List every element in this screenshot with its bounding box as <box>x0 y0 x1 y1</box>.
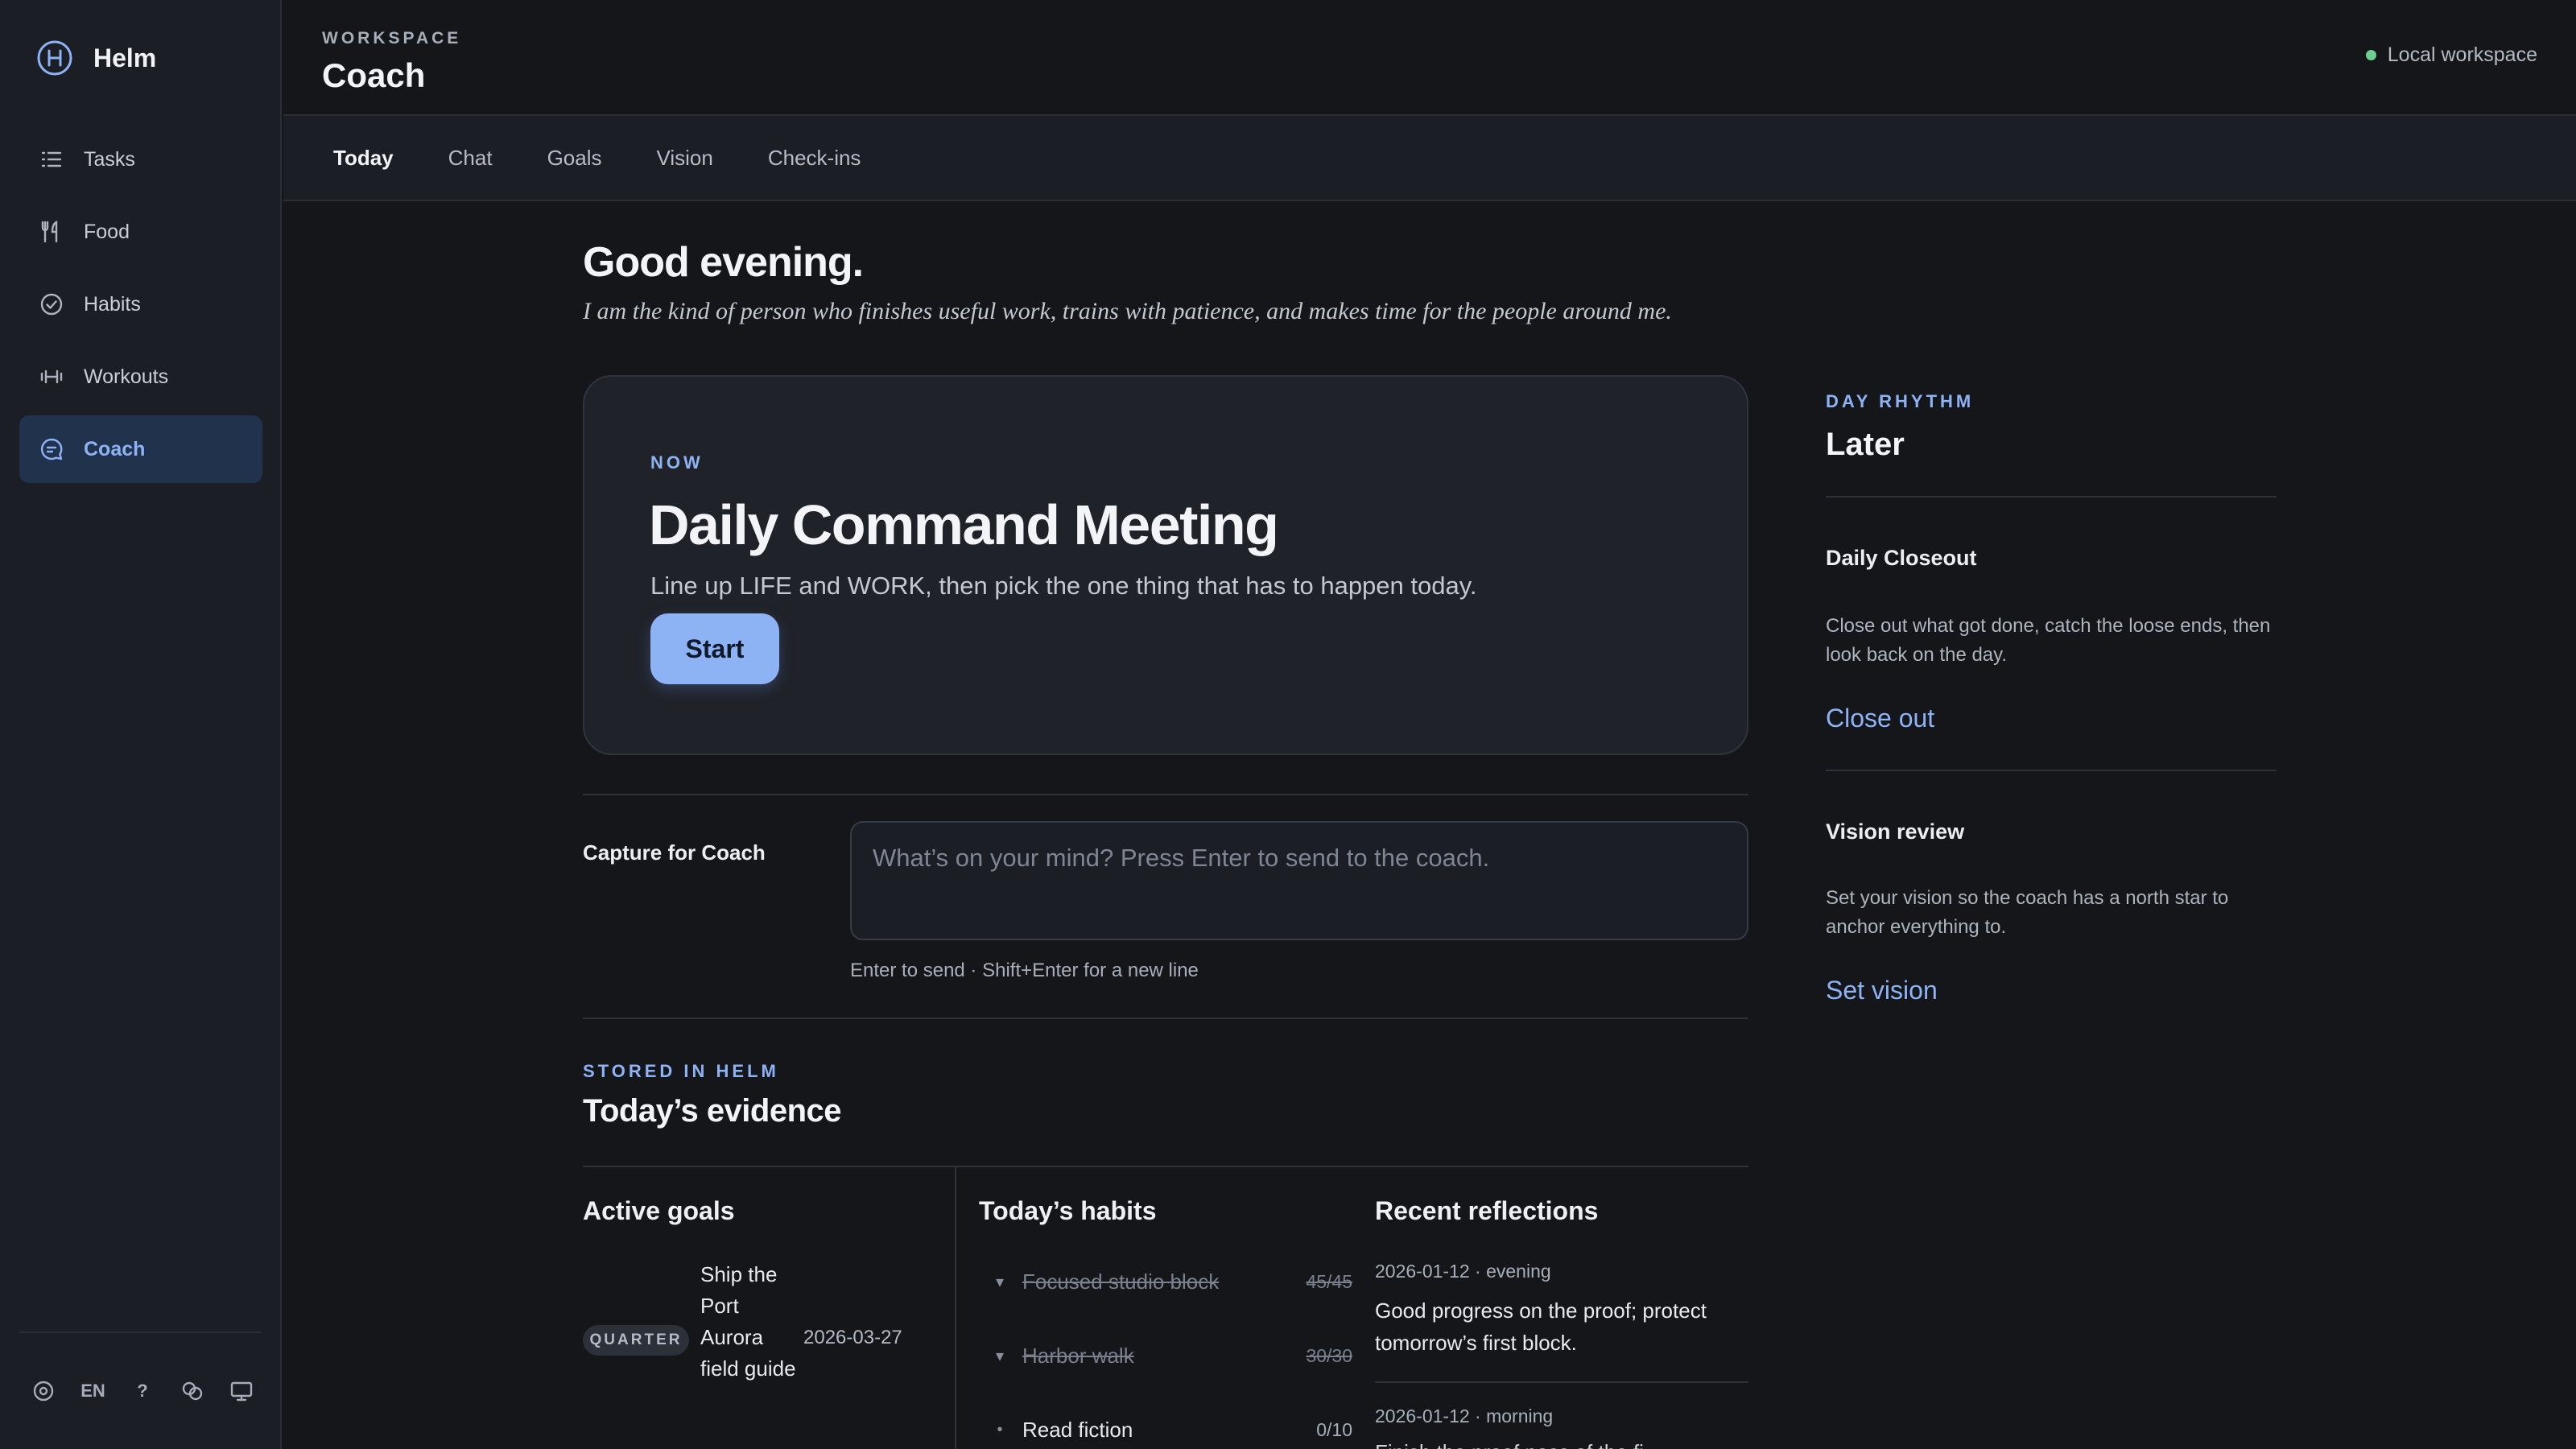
habit-done-icon: ▾ <box>995 1273 1005 1291</box>
chat-bubble-icon <box>37 435 66 464</box>
habit-pending-icon: • <box>997 1420 1003 1439</box>
fork-knife-icon <box>37 217 66 246</box>
habit-row[interactable]: ▾ Focused studio block 45/45 <box>979 1265 1352 1298</box>
capture-hint: Enter to send · Shift+Enter for a new li… <box>850 960 1199 981</box>
tab-check-ins[interactable]: Check-ins <box>768 146 861 171</box>
now-title: Daily Command Meeting <box>649 493 1279 556</box>
sidebar-item-habits[interactable]: Habits <box>19 270 262 338</box>
greeting-title: Good evening. <box>583 239 864 286</box>
tab-bar: Today Chat Goals Vision Check-ins <box>283 116 2576 201</box>
day-rhythm-title: Later <box>1826 427 1905 462</box>
divider <box>583 1166 1748 1167</box>
helm-logo-icon <box>37 40 72 76</box>
divider <box>1826 496 2277 497</box>
sidebar: Helm Tasks Food Habits Workouts Coach EN… <box>0 0 282 1449</box>
language-button[interactable]: EN <box>77 1375 109 1407</box>
brand[interactable]: Helm <box>35 39 156 77</box>
now-eyebrow: NOW <box>650 452 704 473</box>
sidebar-item-food[interactable]: Food <box>19 198 262 266</box>
workspace-status: Local workspace <box>2365 43 2537 67</box>
page-header: WORKSPACE Coach Local workspace <box>283 0 2576 116</box>
help-button[interactable]: ? <box>126 1375 159 1407</box>
closeout-title: Daily Closeout <box>1826 546 1977 570</box>
vision-review-description: Set your vision so the coach has a north… <box>1826 887 2229 938</box>
reflection-text[interactable]: Good progress on the proof; protect tomo… <box>1375 1294 1748 1359</box>
habit-count: 30/30 <box>1306 1344 1352 1366</box>
divider <box>1375 1381 1748 1383</box>
sidebar-item-workouts[interactable]: Workouts <box>19 343 262 411</box>
vision-review-title: Vision review <box>1826 819 1965 844</box>
goal-date: 2026-03-27 <box>803 1327 902 1348</box>
sidebar-item-label: Habits <box>84 292 141 316</box>
goal-title[interactable]: Ship the Port Aurora field guide <box>700 1259 797 1385</box>
habit-name: Harbor walk <box>1022 1343 1134 1368</box>
habit-row[interactable]: ▾ Harbor walk 30/30 <box>979 1340 1352 1372</box>
divider <box>1826 770 2277 771</box>
header-eyebrow: WORKSPACE <box>322 29 462 47</box>
habit-done-icon: ▾ <box>995 1347 1005 1365</box>
tab-today[interactable]: Today <box>333 146 394 171</box>
app-name: Helm <box>93 43 157 72</box>
sidebar-item-tasks[interactable]: Tasks <box>19 126 262 193</box>
sidebar-item-label: Food <box>84 220 130 243</box>
evidence-eyebrow: STORED IN HELM <box>583 1061 779 1081</box>
habit-row[interactable]: • Read fiction 0/10 <box>979 1414 1352 1446</box>
app-root: Helm Tasks Food Habits Workouts Coach EN… <box>0 0 2576 1449</box>
divider <box>583 1018 1748 1019</box>
closeout-description: Close out what got done, catch the loose… <box>1826 615 2271 666</box>
tab-vision[interactable]: Vision <box>656 146 712 171</box>
capture-input[interactable] <box>850 821 1748 940</box>
set-vision-link[interactable]: Set vision <box>1826 976 1938 1005</box>
active-goals-title: Active goals <box>583 1196 735 1225</box>
tab-goals[interactable]: Goals <box>547 146 602 171</box>
sidebar-item-label: Tasks <box>84 147 135 171</box>
now-card: NOW Daily Command Meeting Line up LIFE a… <box>583 375 1748 755</box>
day-rhythm-eyebrow: DAY RHYTHM <box>1826 391 1975 411</box>
sidebar-item-label: Workouts <box>84 365 169 388</box>
now-subtitle: Line up LIFE and WORK, then pick the one… <box>650 572 1477 600</box>
settings-icon[interactable] <box>27 1375 60 1407</box>
workspace-status-label: Local workspace <box>2387 43 2537 66</box>
sidebar-item-coach[interactable]: Coach <box>19 415 262 483</box>
dumbbell-icon <box>37 362 66 391</box>
reflection-meta: 2026-01-12 · morning <box>1375 1406 1554 1426</box>
start-button[interactable]: Start <box>650 613 779 684</box>
identity-statement: I am the kind of person who finishes use… <box>583 298 1672 324</box>
status-dot-icon <box>2365 50 2376 60</box>
reflection-meta: 2026-01-12 · evening <box>1375 1261 1551 1282</box>
goal-horizon-badge: QUARTER <box>583 1325 689 1356</box>
column-divider <box>955 1167 956 1449</box>
todays-habits-title: Today’s habits <box>979 1196 1157 1225</box>
reflection-text[interactable]: Finish the proof pass of the fi... <box>1375 1436 1748 1449</box>
link-icon[interactable] <box>176 1375 208 1407</box>
sidebar-item-label: Coach <box>84 437 146 460</box>
habit-count: 0/10 <box>1316 1418 1352 1440</box>
habit-name: Focused studio block <box>1022 1269 1220 1294</box>
check-circle-icon <box>37 290 66 319</box>
close-out-link[interactable]: Close out <box>1826 704 1934 733</box>
page-title: Coach <box>322 56 426 94</box>
recent-reflections-title: Recent reflections <box>1375 1196 1599 1225</box>
habit-count: 45/45 <box>1306 1270 1352 1292</box>
sidebar-nav: Tasks Food Habits Workouts Coach <box>19 126 262 488</box>
monitor-icon[interactable] <box>225 1375 258 1407</box>
divider <box>583 794 1748 795</box>
tab-chat[interactable]: Chat <box>448 146 493 171</box>
habit-name: Read fiction <box>1022 1417 1133 1442</box>
sidebar-footer: EN ? <box>19 1331 261 1449</box>
evidence-title: Today’s evidence <box>583 1093 842 1129</box>
capture-label: Capture for Coach <box>583 840 766 865</box>
list-icon <box>37 145 66 174</box>
